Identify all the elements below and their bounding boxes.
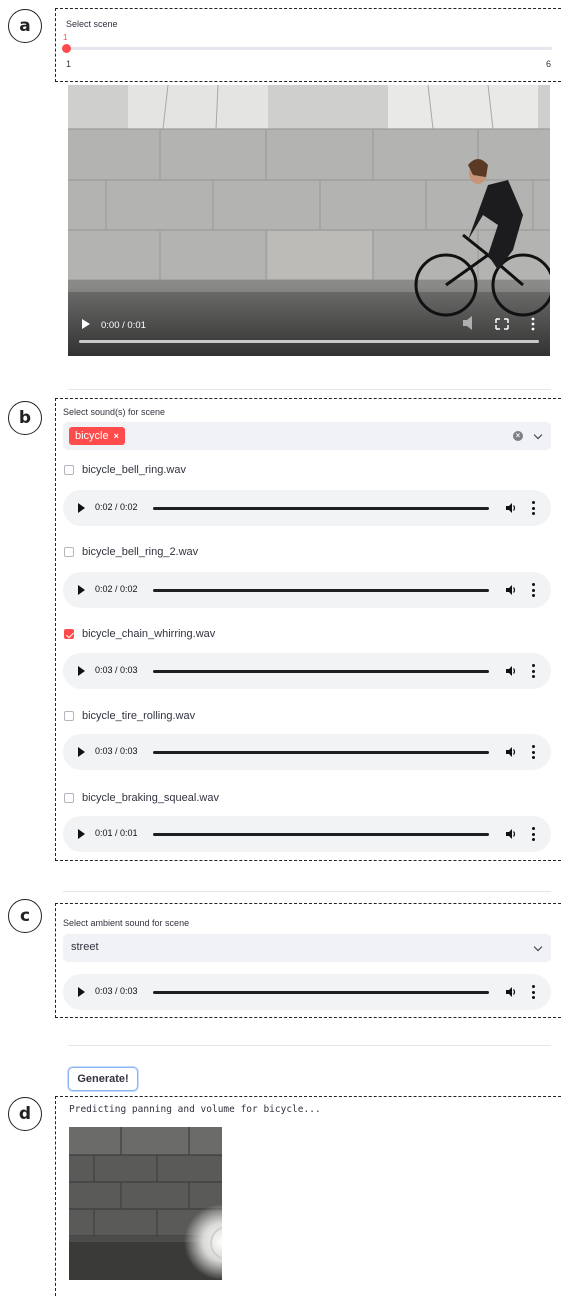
chevron-down-icon[interactable] bbox=[533, 942, 543, 952]
section-divider bbox=[68, 389, 551, 390]
sounds-multiselect[interactable]: bicycle × × bbox=[63, 422, 551, 450]
checkbox-unchecked-icon[interactable] bbox=[64, 547, 74, 557]
volume-icon[interactable] bbox=[505, 746, 517, 758]
scene-video[interactable]: 0:00 / 0:01 bbox=[68, 85, 550, 356]
audio-progress-bar[interactable] bbox=[153, 507, 489, 510]
volume-icon[interactable] bbox=[505, 665, 517, 677]
checkbox-unchecked-icon[interactable] bbox=[64, 711, 74, 721]
audio-time: 0:03 / 0:03 bbox=[95, 986, 138, 996]
ambient-select[interactable]: street bbox=[63, 934, 551, 962]
audio-time: 0:01 / 0:01 bbox=[95, 828, 138, 838]
sound-checkbox-row[interactable]: bicycle_bell_ring_2.wav bbox=[64, 545, 198, 559]
sound-file-name: bicycle_bell_ring.wav bbox=[82, 464, 186, 476]
audio-time: 0:03 / 0:03 bbox=[95, 746, 138, 756]
audio-progress-bar[interactable] bbox=[153, 833, 489, 836]
audio-player[interactable]: 0:03 / 0:03 bbox=[63, 653, 551, 689]
panel-badge-a: a bbox=[8, 9, 42, 43]
tag-bicycle-label: bicycle bbox=[75, 430, 109, 442]
section-divider bbox=[63, 891, 551, 892]
more-options-icon[interactable] bbox=[532, 664, 535, 678]
scene-slider-max: 6 bbox=[546, 59, 552, 69]
output-preview-image bbox=[69, 1127, 222, 1280]
audio-time: 0:02 / 0:02 bbox=[95, 584, 138, 594]
section-divider bbox=[68, 1045, 551, 1046]
sound-file-name: bicycle_chain_whirring.wav bbox=[82, 628, 216, 640]
scene-slider-thumb[interactable] bbox=[62, 44, 71, 53]
sound-file-name: bicycle_braking_squeal.wav bbox=[82, 792, 219, 804]
scene-slider-label: Select scene bbox=[66, 19, 118, 29]
checkbox-unchecked-icon[interactable] bbox=[64, 465, 74, 475]
audio-time: 0:03 / 0:03 bbox=[95, 665, 138, 675]
more-options-icon[interactable] bbox=[532, 583, 535, 597]
video-frame: 0:00 / 0:01 bbox=[68, 85, 550, 356]
sound-checkbox-row[interactable]: bicycle_chain_whirring.wav bbox=[64, 627, 215, 641]
panel-badge-b: b bbox=[8, 401, 42, 435]
ambient-select-label: Select ambient sound for scene bbox=[63, 918, 190, 928]
video-time: 0:00 / 0:01 bbox=[101, 320, 146, 331]
volume-icon[interactable] bbox=[505, 584, 517, 596]
checkbox-checked-icon[interactable] bbox=[64, 629, 74, 639]
play-icon[interactable] bbox=[78, 666, 85, 676]
preview-frame bbox=[69, 1127, 222, 1280]
scene-slider-value: 1 bbox=[63, 33, 68, 42]
chevron-down-icon[interactable] bbox=[533, 430, 543, 440]
sound-checkbox-row[interactable]: bicycle_braking_squeal.wav bbox=[64, 791, 219, 805]
ambient-select-value: street bbox=[71, 941, 99, 953]
checkbox-unchecked-icon[interactable] bbox=[64, 793, 74, 803]
scene-slider-track[interactable] bbox=[66, 47, 552, 50]
audio-progress-bar[interactable] bbox=[153, 751, 489, 754]
audio-player[interactable]: 0:03 / 0:03 bbox=[63, 734, 551, 770]
sound-file-name: bicycle_tire_rolling.wav bbox=[82, 710, 196, 722]
generate-button[interactable]: Generate! bbox=[68, 1067, 138, 1091]
play-icon[interactable] bbox=[78, 829, 85, 839]
sounds-select-label: Select sound(s) for scene bbox=[63, 407, 166, 417]
volume-icon[interactable] bbox=[505, 502, 517, 514]
panel-frame-a bbox=[55, 8, 561, 82]
more-options-icon[interactable] bbox=[532, 501, 535, 515]
audio-progress-bar[interactable] bbox=[153, 991, 489, 994]
status-text: Predicting panning and volume for bicycl… bbox=[69, 1104, 321, 1115]
play-icon[interactable] bbox=[78, 987, 85, 997]
volume-icon[interactable] bbox=[505, 828, 517, 840]
audio-time: 0:02 / 0:02 bbox=[95, 502, 138, 512]
audio-progress-bar[interactable] bbox=[153, 589, 489, 592]
more-options-icon[interactable] bbox=[532, 827, 535, 841]
audio-player[interactable]: 0:02 / 0:02 bbox=[63, 572, 551, 608]
audio-progress-bar[interactable] bbox=[153, 670, 489, 673]
play-icon[interactable] bbox=[78, 747, 85, 757]
audio-player[interactable]: 0:03 / 0:03 bbox=[63, 974, 551, 1010]
play-icon[interactable] bbox=[78, 585, 85, 595]
panel-badge-c: c bbox=[8, 899, 42, 933]
panel-badge-d: d bbox=[8, 1097, 42, 1131]
more-options-icon[interactable] bbox=[532, 745, 535, 759]
sound-checkbox-row[interactable]: bicycle_bell_ring.wav bbox=[64, 463, 186, 477]
scene-slider-min: 1 bbox=[66, 59, 72, 69]
more-options-icon[interactable] bbox=[532, 985, 535, 999]
audio-player[interactable]: 0:01 / 0:01 bbox=[63, 816, 551, 852]
volume-icon[interactable] bbox=[505, 986, 517, 998]
sound-checkbox-row[interactable]: bicycle_tire_rolling.wav bbox=[64, 709, 195, 723]
tag-remove-icon[interactable]: × bbox=[114, 427, 119, 445]
audio-player[interactable]: 0:02 / 0:02 bbox=[63, 490, 551, 526]
tag-bicycle: bicycle × bbox=[69, 427, 125, 445]
clear-all-icon[interactable]: × bbox=[513, 431, 523, 441]
sound-file-name: bicycle_bell_ring_2.wav bbox=[82, 546, 199, 558]
play-icon[interactable] bbox=[78, 503, 85, 513]
